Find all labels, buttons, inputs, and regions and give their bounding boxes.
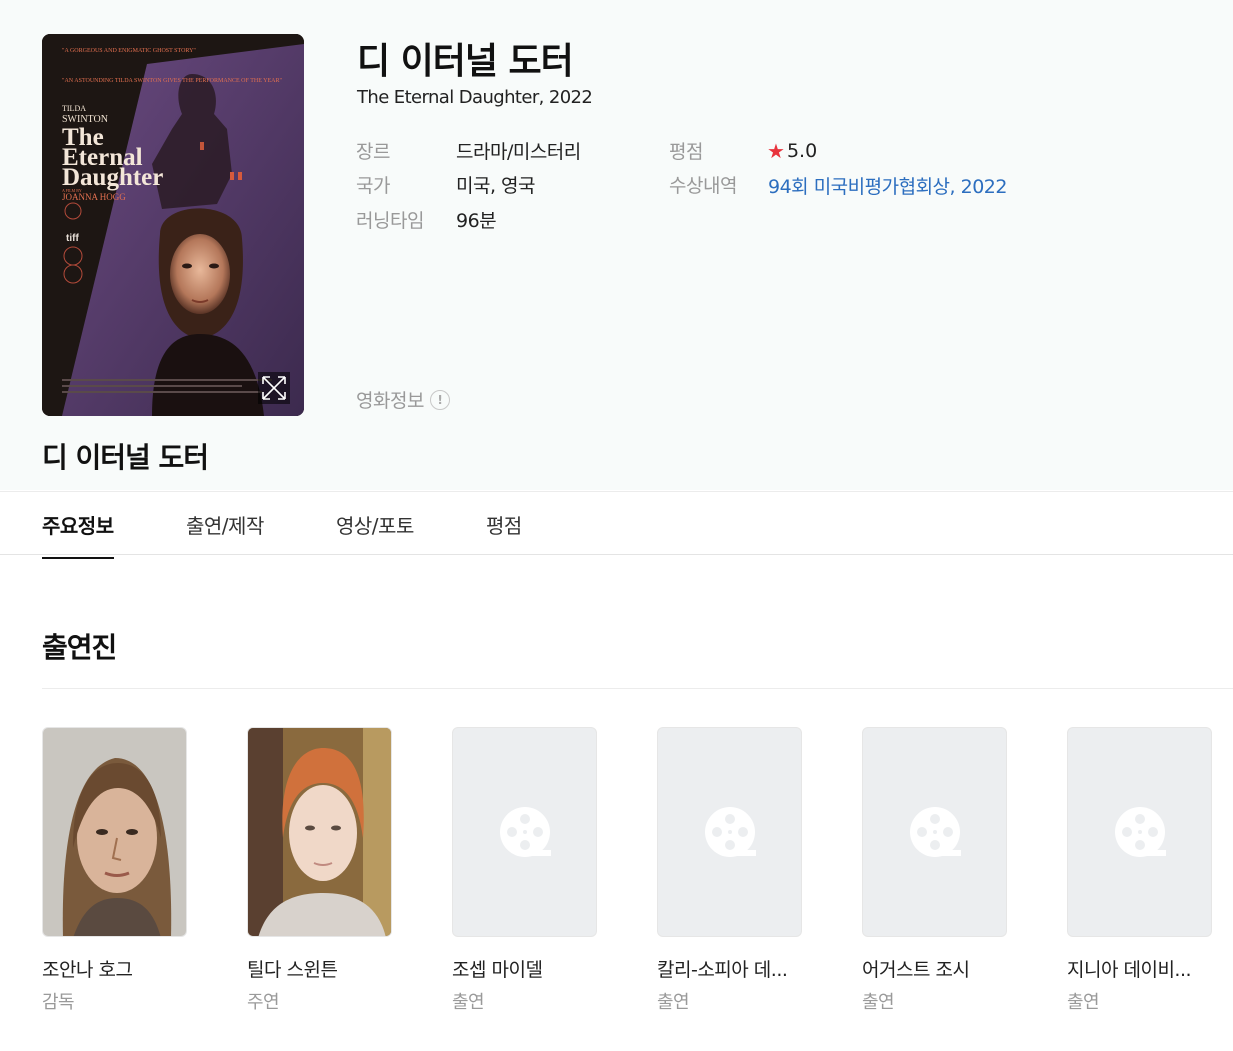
poster-actor-first: TILDA (62, 104, 86, 113)
cast-card[interactable]: 조안나 호그 감독 (42, 727, 188, 1014)
cast-role: 출연 (657, 992, 690, 1013)
movie-header: "A GORGEOUS AND ENIGMATIC GHOST STORY" "… (0, 0, 1233, 490)
movie-info-notice: 영화정보 ! (356, 386, 450, 413)
cast-photo[interactable] (42, 727, 187, 937)
cast-card[interactable]: 어거스트 조시 출연 (862, 727, 1008, 1014)
cast-card[interactable]: 지니아 데이비... 출연 (1067, 727, 1213, 1014)
section-divider (42, 688, 1233, 689)
expand-icon (262, 376, 286, 400)
star-icon: ★ (767, 139, 785, 163)
poster-quote-2: "AN ASTOUNDING TILDA SWINTON GIVES THE P… (62, 78, 283, 84)
tab-bar: 주요정보 출연/제작 영상/포토 평점 (0, 491, 1233, 559)
cast-photo-placeholder[interactable] (1067, 727, 1212, 937)
cast-name[interactable]: 조안나 호그 (42, 955, 188, 982)
cast-photo[interactable] (247, 727, 392, 937)
cast-name[interactable]: 틸다 스윈튼 (247, 955, 393, 982)
award-link[interactable]: 94회 미국비평가협회상, 2022 (768, 172, 1007, 199)
rating-value: 5.0 (786, 140, 818, 162)
tab-cast-crew[interactable]: 출연/제작 (186, 510, 264, 557)
tab-main-info[interactable]: 주요정보 (42, 510, 114, 559)
cast-card[interactable]: 틸다 스윈튼 주연 (247, 727, 393, 1014)
rating: ★ 5.0 (767, 139, 817, 163)
movie-poster[interactable]: "A GORGEOUS AND ENIGMATIC GHOST STORY" "… (42, 34, 304, 416)
cast-role: 주연 (247, 992, 280, 1013)
film-reel-icon (705, 807, 756, 857)
tab-rating[interactable]: 평점 (486, 510, 522, 557)
runtime-value: 96분 (456, 210, 497, 232)
cast-photo-placeholder[interactable] (657, 727, 802, 937)
cast-card[interactable]: 조셉 마이델 출연 (452, 727, 598, 1014)
movie-original-title: The Eternal Daughter, 2022 (357, 87, 593, 108)
poster-director: JOANNA HOGG (62, 192, 126, 202)
poster-festival: tiff (66, 233, 79, 244)
poster-artwork: "A GORGEOUS AND ENIGMATIC GHOST STORY" "… (42, 34, 304, 416)
country-value: 미국, 영국 (456, 175, 536, 197)
cast-card[interactable]: 칼리-소피아 데... 출연 (657, 727, 803, 1014)
rating-label: 평점 (669, 141, 703, 163)
genre-value: 드라마/미스터리 (456, 141, 581, 163)
award-label: 수상내역 (669, 175, 737, 197)
film-reel-icon (1115, 807, 1166, 857)
expand-poster-button[interactable] (258, 372, 290, 404)
movie-title: 디 이터널 도터 (357, 41, 574, 82)
film-reel-icon (910, 807, 961, 857)
person-photo-director (43, 728, 186, 936)
runtime-label: 러닝타임 (356, 210, 424, 232)
poster-title-3: Daughter (62, 164, 163, 191)
film-reel-icon (500, 807, 551, 857)
movie-info-label: 영화정보 (356, 390, 424, 412)
tab-video-photo[interactable]: 영상/포토 (336, 510, 414, 557)
cast-section-title: 출연진 (42, 631, 117, 664)
cast-photo-placeholder[interactable] (452, 727, 597, 937)
movie-title-secondary: 디 이터널 도터 (42, 441, 209, 474)
cast-role: 출연 (862, 992, 895, 1013)
genre-label: 장르 (356, 141, 390, 163)
cast-role: 출연 (452, 992, 485, 1013)
cast-name[interactable]: 조셉 마이델 (452, 955, 598, 982)
cast-role: 출연 (1067, 992, 1100, 1013)
cast-name[interactable]: 칼리-소피아 데... (657, 955, 803, 982)
cast-name[interactable]: 지니아 데이비... (1067, 955, 1213, 982)
cast-photo-placeholder[interactable] (862, 727, 1007, 937)
poster-quote-1: "A GORGEOUS AND ENIGMATIC GHOST STORY" (62, 48, 196, 54)
cast-name[interactable]: 어거스트 조시 (862, 955, 1008, 982)
info-icon[interactable]: ! (429, 389, 450, 410)
cast-role: 감독 (42, 992, 75, 1013)
person-photo-lead (248, 728, 391, 936)
country-label: 국가 (356, 175, 390, 197)
